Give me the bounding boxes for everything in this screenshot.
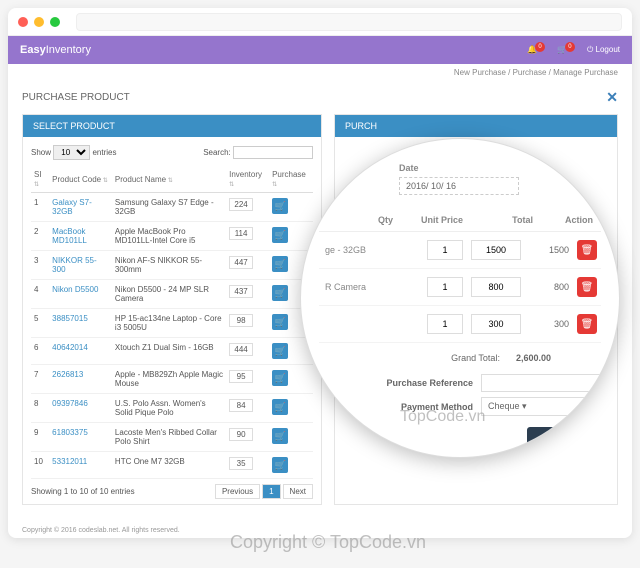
- line-item: ge - 32GB1500🗑: [319, 232, 601, 269]
- product-code-link[interactable]: 38857015: [49, 309, 112, 338]
- url-bar[interactable]: [76, 13, 622, 31]
- close-icon[interactable]: ✕: [606, 89, 618, 106]
- product-code-link[interactable]: Nikon D5500: [49, 280, 112, 309]
- col-purchase[interactable]: Purchase: [269, 166, 313, 193]
- crumb[interactable]: Manage Purchase: [553, 68, 618, 77]
- add-cart-button[interactable]: 🛒: [272, 370, 288, 386]
- select-product-panel: SELECT PRODUCT Show 10 entries Search: S…: [22, 114, 322, 505]
- page-title: PURCHASE PRODUCT: [22, 92, 130, 103]
- table-row: 72626813Apple - MB829Zh Apple Magic Mous…: [31, 365, 313, 394]
- reference-input[interactable]: [481, 374, 601, 392]
- payment-label: Payment Method: [401, 402, 473, 412]
- col-si[interactable]: SI: [31, 166, 49, 193]
- page-size-select[interactable]: 10: [53, 145, 90, 160]
- brand[interactable]: EasyInventory: [20, 44, 91, 56]
- zoom-lens: Date 2016/ 10/ 16 QtyUnit PriceTotalActi…: [300, 138, 620, 458]
- add-cart-button[interactable]: 🛒: [272, 399, 288, 415]
- max-dot[interactable]: [50, 17, 60, 27]
- cart-icon[interactable]: 🛒0: [557, 45, 577, 56]
- delete-button[interactable]: 🗑: [577, 314, 597, 334]
- table-row: 1Galaxy S7-32GBSamsung Galaxy S7 Edge - …: [31, 193, 313, 222]
- logout-link[interactable]: ⏻ Logout: [587, 45, 620, 55]
- notif-icon[interactable]: 🔔0: [527, 45, 547, 56]
- add-cart-button[interactable]: 🛒: [272, 285, 288, 301]
- table-info: Showing 1 to 10 of 10 entries: [31, 487, 135, 496]
- line-item: R Camera800🗑: [319, 269, 601, 306]
- next-button[interactable]: Next: [283, 484, 313, 499]
- line-item: 300🗑: [319, 306, 601, 343]
- breadcrumb: New Purchase / Purchase / Manage Purchas…: [8, 64, 632, 81]
- add-cart-button[interactable]: 🛒: [272, 343, 288, 359]
- product-code-link[interactable]: 40642014: [49, 338, 112, 365]
- crumb[interactable]: Purchase: [513, 68, 547, 77]
- app-header: EasyInventory 🔔0 🛒0 ⏻ Logout: [8, 36, 632, 64]
- col-code[interactable]: Product Code: [49, 166, 112, 193]
- table-row: 3NIKKOR 55-300Nikon AF-S NIKKOR 55-300mm…: [31, 251, 313, 280]
- product-code-link[interactable]: 09397846: [49, 394, 112, 423]
- table-row: 961803375Lacoste Men's Ribbed Collar Pol…: [31, 423, 313, 452]
- product-code-link[interactable]: Galaxy S7-32GB: [49, 193, 112, 222]
- titlebar: [8, 8, 632, 36]
- product-code-link[interactable]: NIKKOR 55-300: [49, 251, 112, 280]
- grand-total: Grand Total:2,600.00: [319, 343, 601, 369]
- table-row: 538857015HP 15-ac134ne Laptop - Core i3 …: [31, 309, 313, 338]
- product-code-link[interactable]: 61803375: [49, 423, 112, 452]
- close-dot[interactable]: [18, 17, 28, 27]
- delete-button[interactable]: 🗑: [577, 240, 597, 260]
- product-code-link[interactable]: 53312011: [49, 452, 112, 479]
- table-row: 809397846U.S. Polo Assn. Women's Solid P…: [31, 394, 313, 423]
- add-cart-button[interactable]: 🛒: [272, 314, 288, 330]
- table-row: 4Nikon D5500Nikon D5500 - 24 MP SLR Came…: [31, 280, 313, 309]
- add-cart-button[interactable]: 🛒: [272, 428, 288, 444]
- add-cart-button[interactable]: 🛒: [272, 198, 288, 214]
- table-row: 640642014Xtouch Z1 Dual Sim - 16GB444🛒: [31, 338, 313, 365]
- qty-input[interactable]: [427, 240, 463, 260]
- qty-input[interactable]: [427, 314, 463, 334]
- price-input[interactable]: [471, 240, 521, 260]
- product-table: SI Product Code Product Name Inventory P…: [31, 166, 313, 479]
- price-input[interactable]: [471, 314, 521, 334]
- search-input[interactable]: [233, 146, 313, 159]
- add-cart-button[interactable]: 🛒: [272, 256, 288, 272]
- add-cart-button[interactable]: 🛒: [272, 227, 288, 243]
- datatable-controls: Show 10 entries Search:: [31, 145, 313, 160]
- date-input[interactable]: 2016/ 10/ 16: [399, 177, 519, 195]
- col-inv[interactable]: Inventory: [226, 166, 269, 193]
- page-title-row: PURCHASE PRODUCT ✕: [22, 81, 618, 114]
- min-dot[interactable]: [34, 17, 44, 27]
- line-header: QtyUnit PriceTotalAction: [319, 209, 601, 232]
- table-row: 2MacBook MD101LLApple MacBook Pro MD101L…: [31, 222, 313, 251]
- price-input[interactable]: [471, 277, 521, 297]
- panel-header: PURCH: [335, 115, 617, 137]
- product-code-link[interactable]: MacBook MD101LL: [49, 222, 112, 251]
- col-name[interactable]: Product Name: [112, 166, 226, 193]
- prev-button[interactable]: Previous: [215, 484, 260, 499]
- product-code-link[interactable]: 2626813: [49, 365, 112, 394]
- qty-input[interactable]: [427, 277, 463, 297]
- panel-header: SELECT PRODUCT: [23, 115, 321, 137]
- page-1[interactable]: 1: [262, 484, 280, 499]
- delete-button[interactable]: 🗑: [577, 277, 597, 297]
- add-cart-button[interactable]: 🛒: [272, 457, 288, 473]
- crumb[interactable]: New Purchase: [454, 68, 506, 77]
- footer-copyright: Copyright © 2016 codeslab.net. All right…: [22, 527, 180, 534]
- ref-label: Purchase Reference: [386, 378, 473, 388]
- table-row: 1053312011HTC One M7 32GB35🛒: [31, 452, 313, 479]
